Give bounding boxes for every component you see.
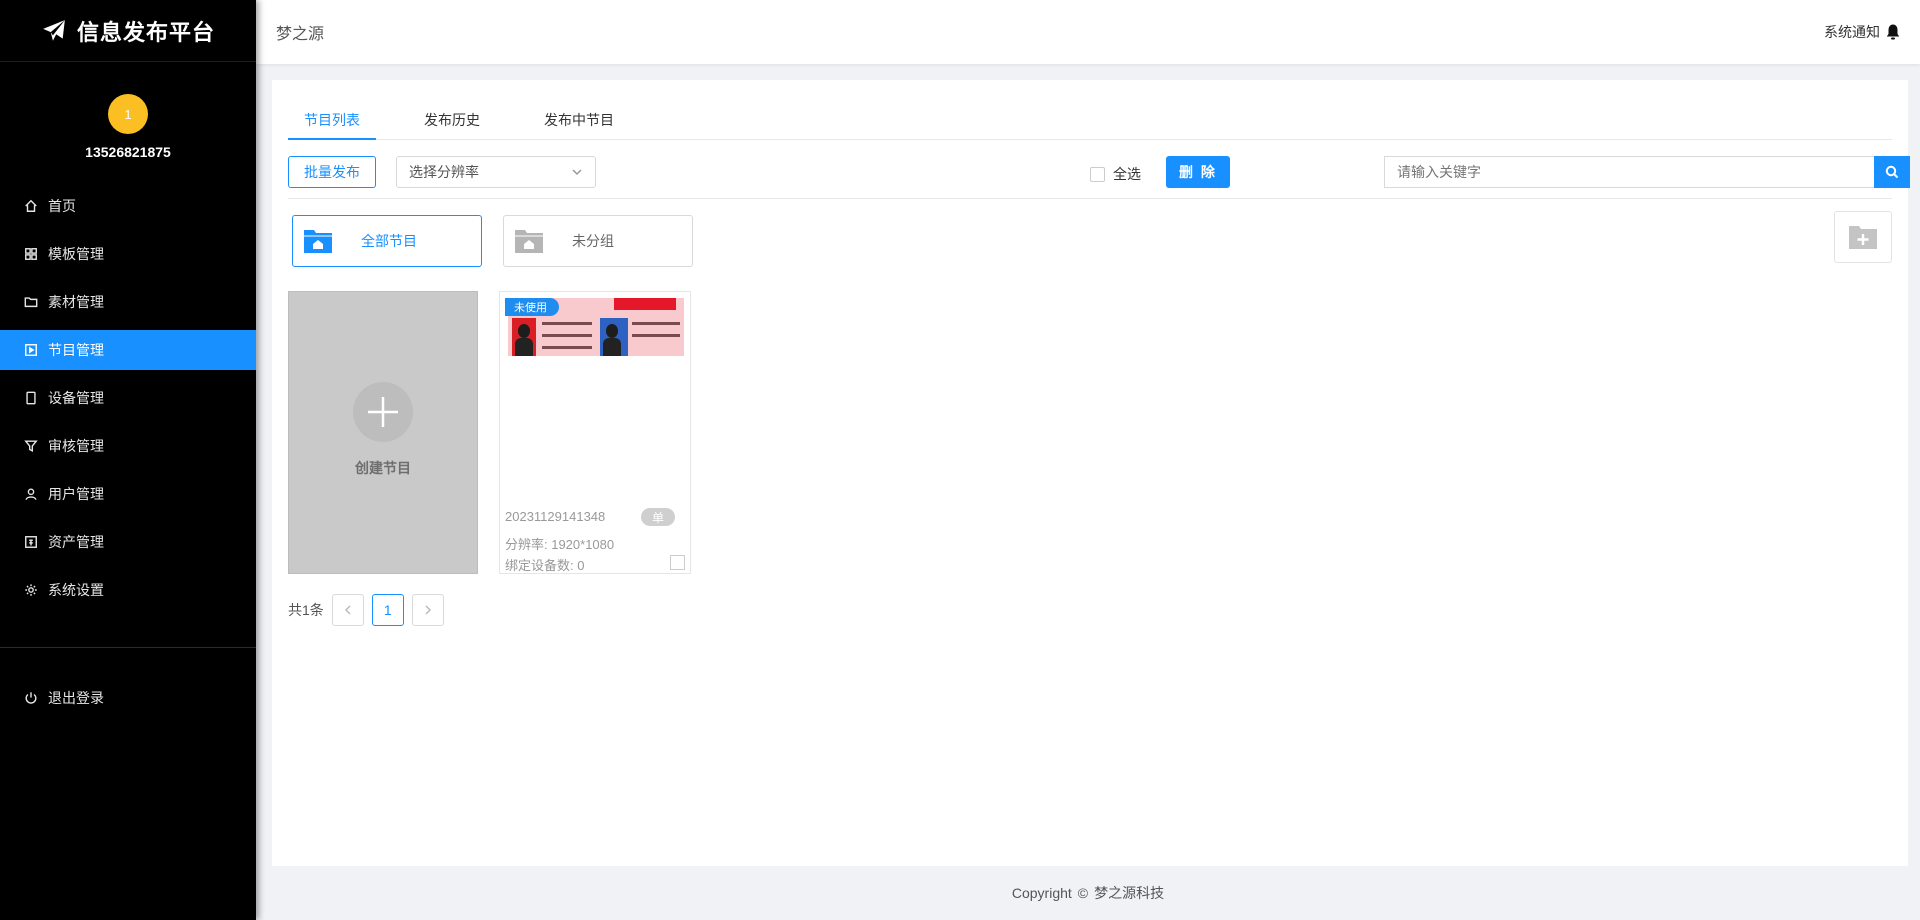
username: 13526821875 xyxy=(85,144,171,160)
folder-home-icon xyxy=(515,230,543,253)
pagination: 共1条 1 xyxy=(288,594,444,626)
main-panel: 节目列表 发布历史 发布中节目 批量发布 选择分辨率 全选 删 除 全部节目 未… xyxy=(272,80,1910,866)
sidebar-item-label: 用户管理 xyxy=(48,486,104,502)
system-notification-button[interactable]: 系统通知 xyxy=(1824,22,1900,42)
sidebar-item-label: 设备管理 xyxy=(48,390,104,406)
prev-page-button[interactable] xyxy=(331,594,364,626)
sidebar-item-label: 系统设置 xyxy=(48,582,104,598)
sidebar-item-label: 资产管理 xyxy=(48,534,104,550)
chevron-left-icon xyxy=(344,605,351,615)
chevron-right-icon xyxy=(425,605,431,615)
page-title: 梦之源 xyxy=(276,26,325,43)
paper-plane-icon xyxy=(43,19,65,41)
tab-program-list[interactable]: 节目列表 xyxy=(288,108,376,140)
status-badge: 未使用 xyxy=(505,298,559,316)
tablet-icon xyxy=(24,391,38,405)
gear-icon xyxy=(24,583,38,597)
sidebar-divider xyxy=(0,647,256,648)
sidebar-item-users[interactable]: 用户管理 xyxy=(0,474,256,514)
page-number-button[interactable]: 1 xyxy=(371,594,404,626)
sidebar-item-label: 节目管理 xyxy=(48,342,104,358)
sidebar-item-templates[interactable]: 模板管理 xyxy=(0,234,256,274)
copyright-icon: © xyxy=(1077,885,1089,901)
logo-text: 信息发布平台 xyxy=(76,19,215,45)
delete-button[interactable]: 删 除 xyxy=(1166,156,1230,188)
company-name: 梦之源科技 xyxy=(1094,885,1165,901)
search-input[interactable] xyxy=(1384,156,1876,188)
select-all[interactable]: 全选 xyxy=(1090,164,1141,184)
sidebar: 信息发布平台 1 13526821875 首页 模板管理 素材管理 节目管理 设… xyxy=(0,0,256,920)
logout-label: 退出登录 xyxy=(48,690,104,706)
tabs: 节目列表 发布历史 发布中节目 xyxy=(288,108,1892,140)
notification-label: 系统通知 xyxy=(1824,24,1880,40)
search-icon xyxy=(1885,165,1899,179)
next-page-button[interactable] xyxy=(411,594,444,626)
filter-icon xyxy=(24,439,38,453)
play-square-icon xyxy=(24,343,38,357)
profile: 1 13526821875 xyxy=(0,62,256,166)
resolution-select-placeholder: 选择分辨率 xyxy=(409,164,479,180)
folder-add-icon xyxy=(1849,226,1877,249)
create-program-card[interactable]: 创建节目 xyxy=(288,291,478,574)
folder-icon xyxy=(24,295,38,309)
sidebar-item-materials[interactable]: 素材管理 xyxy=(0,282,256,322)
bell-icon xyxy=(1886,24,1900,40)
program-bound-devices: 绑定设备数: 0 xyxy=(505,558,585,573)
sidebar-item-settings[interactable]: 系统设置 xyxy=(0,570,256,610)
sidebar-item-label: 首页 xyxy=(48,198,76,214)
copyright-label: Copyright xyxy=(1011,885,1072,901)
chevron-down-icon xyxy=(572,169,582,176)
sidebar-item-assets[interactable]: 资产管理 xyxy=(0,522,256,562)
header: 梦之源 系统通知 xyxy=(256,0,1920,64)
plus-icon xyxy=(353,382,413,442)
logo: 信息发布平台 xyxy=(0,0,256,62)
folder-label: 未分组 xyxy=(572,233,614,249)
folder-ungrouped[interactable]: 未分组 xyxy=(503,215,693,267)
batch-publish-button[interactable]: 批量发布 xyxy=(288,156,376,188)
pagination-total: 共1条 xyxy=(288,602,324,618)
sidebar-item-programs[interactable]: 节目管理 xyxy=(0,330,256,370)
create-program-label: 创建节目 xyxy=(355,460,411,476)
sidebar-nav: 首页 模板管理 素材管理 节目管理 设备管理 审核管理 用户管理 资产管理 系统… xyxy=(0,186,256,610)
program-name: 20231129141348 xyxy=(505,509,606,524)
select-all-checkbox[interactable] xyxy=(1090,166,1105,182)
sidebar-item-devices[interactable]: 设备管理 xyxy=(0,378,256,418)
tab-publishing-programs[interactable]: 发布中节目 xyxy=(528,108,630,140)
sidebar-item-label: 审核管理 xyxy=(48,438,104,454)
grid-icon xyxy=(24,247,38,261)
folder-all-programs[interactable]: 全部节目 xyxy=(292,215,482,267)
select-all-label: 全选 xyxy=(1113,166,1141,182)
logout-button[interactable]: 退出登录 xyxy=(0,678,256,718)
divider xyxy=(288,198,1892,199)
search-button[interactable] xyxy=(1874,156,1910,188)
toolbar: 批量发布 选择分辨率 全选 删 除 xyxy=(288,156,1910,188)
program-checkbox[interactable] xyxy=(670,555,685,570)
user-icon xyxy=(24,487,38,501)
footer: Copyright © 梦之源科技 xyxy=(256,866,1920,920)
sidebar-item-label: 模板管理 xyxy=(48,246,104,262)
tab-publish-history[interactable]: 发布历史 xyxy=(408,108,496,140)
sidebar-item-home[interactable]: 首页 xyxy=(0,186,256,226)
account-book-icon xyxy=(24,535,38,549)
sidebar-item-audit[interactable]: 审核管理 xyxy=(0,426,256,466)
avatar[interactable]: 1 xyxy=(108,94,148,134)
home-icon xyxy=(24,199,38,213)
program-type-tag: 单 xyxy=(641,508,675,526)
power-icon xyxy=(24,691,38,705)
resolution-select[interactable]: 选择分辨率 xyxy=(396,156,596,188)
sidebar-item-label: 素材管理 xyxy=(48,294,104,310)
program-card[interactable]: 未使用 20231129141348 单 分辨率: 1920*1080 绑定设备… xyxy=(499,291,691,574)
folder-label: 全部节目 xyxy=(361,233,417,249)
folder-home-icon xyxy=(304,230,332,253)
add-folder-button[interactable] xyxy=(1834,211,1892,263)
program-resolution: 分辨率: 1920*1080 xyxy=(505,537,615,552)
